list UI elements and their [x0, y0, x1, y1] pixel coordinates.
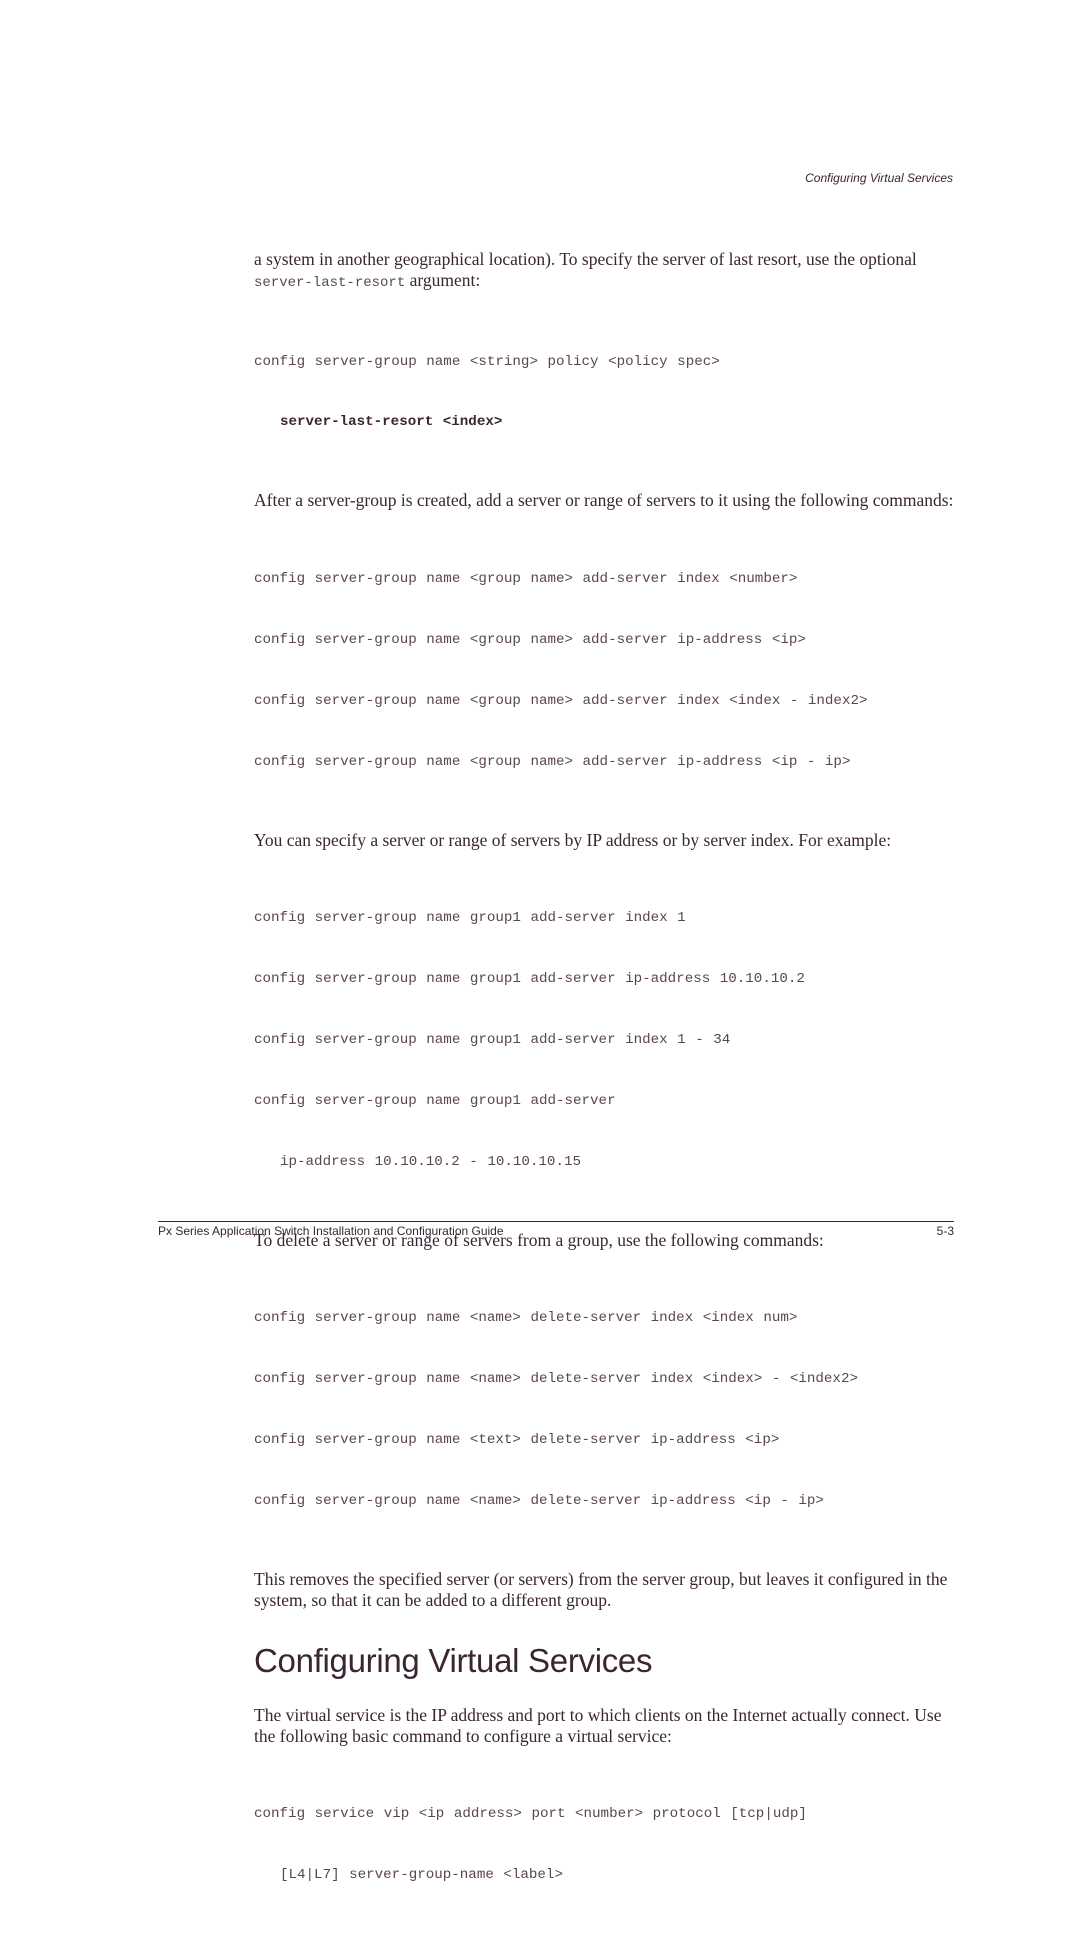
code-line: config server-group name <name> delete-s…: [254, 1371, 858, 1388]
paragraph-example-intro: You can specify a server or range of ser…: [254, 829, 892, 850]
code-line: config server-group name <group name> ad…: [254, 753, 851, 770]
page-number: 5-3: [936, 1224, 954, 1238]
code-line: config server-group name group1 add-serv…: [254, 1031, 731, 1048]
paragraph-virtual-service: The virtual service is the IP address an…: [254, 1704, 942, 1746]
inline-code-server-last-resort: server-last-resort: [254, 275, 406, 291]
paragraph-text: a system in another geographical locatio…: [254, 249, 917, 269]
code-line: config server-group name group1 add-serv…: [254, 1092, 616, 1109]
code-line-bold: server-last-resort <index>: [280, 414, 503, 431]
code-line: config server-group name <group name> ad…: [254, 692, 868, 709]
code-block-delete-server: config server-group name <name> delete-s…: [254, 1268, 954, 1552]
code-line: config server-group name <string> policy…: [254, 353, 720, 370]
page-content: a system in another geographical locatio…: [254, 249, 954, 1943]
code-line: config server-group name <text> delete-s…: [254, 1431, 780, 1448]
code-block-example: config server-group name group1 add-serv…: [254, 868, 954, 1213]
paragraph-text: argument:: [405, 270, 481, 290]
code-line: config server-group name <group name> ad…: [254, 570, 798, 587]
code-block-vip: config service vip <ip address> port <nu…: [254, 1764, 954, 1926]
code-line: config server-group name group1 add-serv…: [254, 971, 805, 988]
running-header: Configuring Virtual Services: [805, 171, 953, 185]
code-line: [L4|L7] server-group-name <label>: [280, 1867, 563, 1884]
footer-title: Px Series Application Switch Installatio…: [158, 1224, 504, 1238]
code-line: config server-group name <name> delete-s…: [254, 1492, 824, 1509]
section-heading: Configuring Virtual Services: [254, 1641, 653, 1679]
footer-divider: [158, 1221, 954, 1222]
paragraph-last-resort: a system in another geographical locatio…: [254, 249, 954, 294]
code-line: config server-group name <group name> ad…: [254, 631, 806, 648]
code-block-add-server: config server-group name <group name> ad…: [254, 528, 954, 812]
code-line: config server-group name group1 add-serv…: [254, 910, 686, 927]
code-line: config service vip <ip address> port <nu…: [254, 1806, 807, 1823]
code-line: ip-address 10.10.10.2 - 10.10.10.15: [280, 1153, 581, 1170]
paragraph-add-server: After a server-group is created, add a s…: [254, 490, 954, 511]
code-block-policy: config server-group name <string> policy…: [254, 311, 954, 473]
code-line: config server-group name <name> delete-s…: [254, 1310, 798, 1327]
paragraph-removes: This removes the specified server (or se…: [254, 1568, 948, 1610]
